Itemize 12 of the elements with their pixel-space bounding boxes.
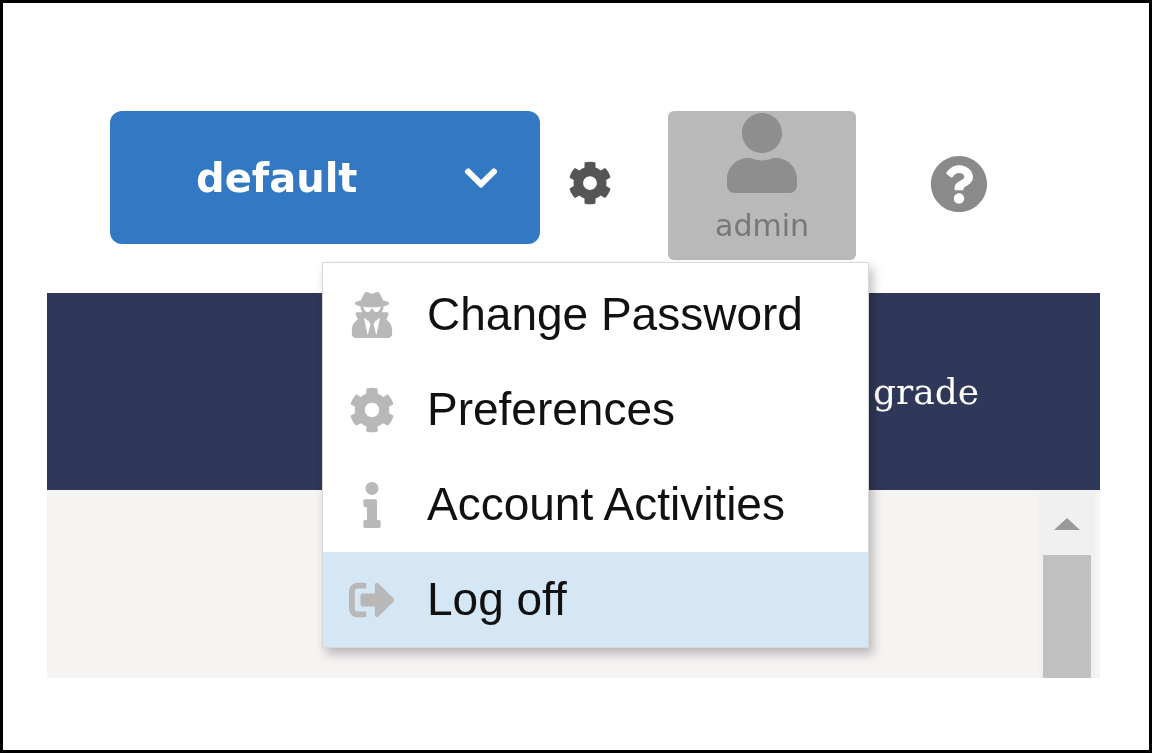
settings-icon[interactable] — [568, 161, 612, 205]
settings-icon — [349, 386, 395, 433]
workspace-dropdown[interactable]: default — [110, 111, 540, 244]
scroll-up-icon[interactable] — [1054, 518, 1080, 530]
spy-icon — [349, 291, 395, 338]
menu-item[interactable]: Change Password — [323, 267, 868, 362]
help-icon[interactable] — [930, 155, 988, 213]
scrollbar-thumb[interactable] — [1043, 555, 1091, 678]
menu-item[interactable]: Log off — [323, 552, 868, 647]
menu-item[interactable]: Account Activities — [323, 457, 868, 552]
nav-text: grade — [873, 369, 980, 414]
menu-item[interactable]: Preferences — [323, 362, 868, 457]
